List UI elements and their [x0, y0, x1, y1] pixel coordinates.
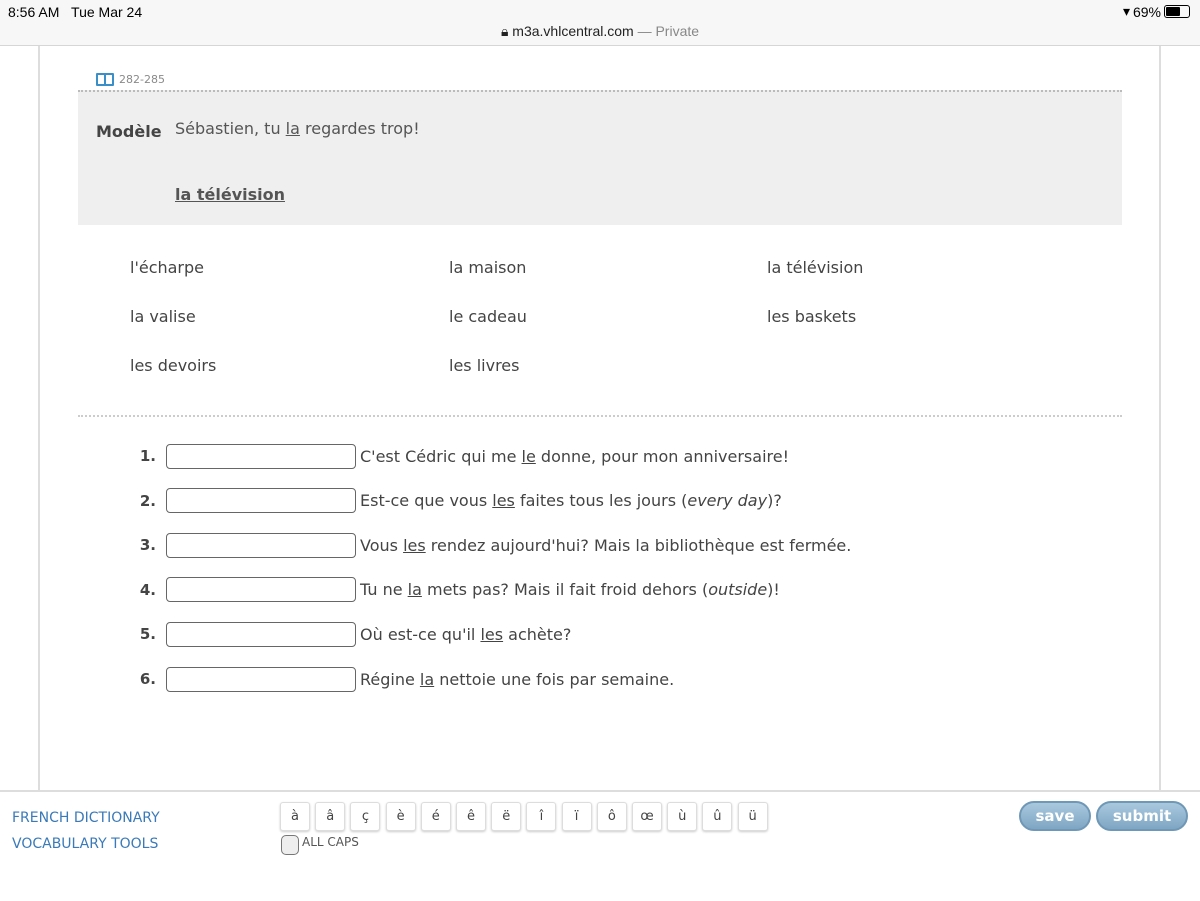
battery-icon — [1164, 5, 1190, 18]
accent-key[interactable]: ô — [596, 802, 627, 831]
item-sentence: Régine la nettoie une fois par semaine. — [360, 670, 674, 689]
answer-input[interactable] — [166, 621, 356, 647]
footer-divider — [0, 790, 1200, 792]
model-answer: la télévision — [175, 185, 285, 204]
wifi-icon: ▾ — [1122, 3, 1130, 19]
underlined-pronoun: la — [419, 669, 435, 689]
exercise-item: 5. Où est-ce qu'il les achète? — [130, 621, 571, 647]
item-number: 6. — [139, 670, 156, 688]
underlined-pronoun: la — [285, 119, 300, 138]
item-sentence: C'est Cédric qui me le donne, pour mon a… — [360, 447, 789, 466]
sentence-text: )! — [767, 580, 780, 600]
sentence-text: Tu ne — [360, 580, 408, 600]
underlined-pronoun: les — [480, 624, 504, 644]
sentence-text: donne, pour mon anniversaire! — [535, 446, 789, 466]
save-button[interactable]: save — [1019, 801, 1091, 831]
vocabulary-tools-link[interactable]: VOCABULARY TOOLS — [12, 836, 158, 852]
status-bar: 8:56 AM Tue Mar 24 ▾ 69% 🔒︎ m3a.vhlcentr… — [0, 0, 1200, 46]
accent-key[interactable]: î — [526, 802, 557, 831]
item-sentence: Tu ne la mets pas? Mais il fait froid de… — [360, 580, 780, 599]
content-border-right — [1159, 46, 1161, 790]
sentence-text: )? — [767, 491, 782, 511]
exercise-item: 3. Vous les rendez aujourd'hui? Mais la b… — [130, 532, 851, 558]
item-sentence: Vous les rendez aujourd'hui? Mais la bib… — [360, 536, 851, 555]
accent-key[interactable]: ù — [667, 802, 698, 831]
word-bank-item: la valise — [130, 307, 196, 326]
accent-key[interactable]: â — [315, 802, 346, 831]
underlined-pronoun: le — [521, 446, 536, 466]
sentence-text: regardes trop! — [299, 119, 420, 138]
item-sentence: Est-ce que vous les faites tous les jour… — [360, 491, 782, 510]
exercise-item: 2. Est-ce que vous les faites tous les jo… — [130, 488, 782, 514]
sentence-text: rendez aujourd'hui? Mais la bibliothèque… — [425, 535, 852, 555]
sentence-text: mets pas? Mais il fait froid dehors ( — [421, 580, 709, 600]
item-number: 5. — [139, 625, 156, 644]
word-bank-item: le cadeau — [449, 307, 527, 326]
accent-key[interactable]: ê — [456, 802, 486, 831]
word-bank-item: l'écharpe — [130, 258, 205, 277]
all-caps-toggle[interactable]: ALL CAPS — [281, 835, 359, 855]
model-box: Modèle Sébastien, tu la regardes trop! l… — [78, 90, 1122, 225]
all-caps-label: ALL CAPS — [302, 835, 359, 849]
exercise-item: 1. C'est Cédric qui me le donne, pour mon… — [130, 443, 789, 469]
content-border-left — [38, 46, 40, 790]
sentence-text: every day — [687, 491, 768, 511]
sentence-text: Sébastien, tu — [175, 119, 286, 138]
accent-key[interactable]: ü — [737, 802, 768, 831]
answer-input[interactable] — [166, 532, 356, 558]
status-icons: ▾ 69% — [1123, 3, 1190, 20]
accent-key[interactable]: û — [702, 802, 733, 831]
sentence-text: nettoie une fois par semaine. — [434, 669, 675, 689]
item-number: 1. — [139, 447, 156, 465]
accent-key[interactable]: à — [280, 802, 310, 831]
word-bank-item: la maison — [449, 258, 527, 277]
underlined-pronoun: la — [407, 580, 422, 600]
sentence-text: Où est-ce qu'il — [360, 624, 481, 644]
submit-button[interactable]: submit — [1096, 801, 1188, 831]
word-bank-item: les devoirs — [130, 356, 217, 375]
sentence-text: Est-ce que vous — [360, 491, 493, 511]
textbook-pages[interactable]: 282-285 — [96, 73, 165, 86]
sentence-text: achète? — [503, 624, 572, 644]
accent-key[interactable]: è — [385, 802, 416, 831]
word-bank-item: les baskets — [767, 307, 857, 326]
word-bank-item: les livres — [449, 356, 520, 375]
sentence-text: faites tous les jours ( — [514, 491, 688, 511]
word-bank-item: la télévision — [767, 258, 864, 277]
french-dictionary-link[interactable]: FRENCH DICTIONARY — [12, 810, 160, 826]
exercise-item: 6. Régine la nettoie une fois par semaine… — [130, 666, 674, 692]
battery-percent: 69% — [1132, 3, 1161, 20]
sentence-text: Régine — [360, 669, 420, 689]
model-label: Modèle — [96, 122, 162, 141]
item-number: 3. — [139, 536, 156, 555]
answer-input[interactable] — [166, 577, 356, 603]
book-icon — [96, 73, 114, 86]
item-number: 2. — [139, 491, 156, 510]
accent-key[interactable]: ç — [350, 802, 381, 831]
answer-input[interactable] — [166, 488, 356, 514]
divider — [78, 415, 1122, 417]
exercise-item: 4. Tu ne la mets pas? Mais il fait froid … — [130, 577, 780, 603]
accent-key[interactable]: œ — [632, 802, 662, 831]
answer-input[interactable] — [166, 666, 356, 692]
address-bar[interactable]: 🔒︎ m3a.vhlcentral.com — Private — [0, 23, 1200, 40]
accent-key[interactable]: ë — [491, 802, 522, 831]
underlined-pronoun: les — [492, 491, 515, 511]
accent-key[interactable]: é — [420, 802, 451, 831]
model-sentence: Sébastien, tu la regardes trop! — [175, 119, 420, 138]
answer-input[interactable] — [166, 443, 356, 469]
all-caps-checkbox[interactable] — [281, 835, 299, 855]
sentence-text: C'est Cédric qui me — [360, 446, 522, 466]
sentence-text: Vous — [360, 535, 404, 555]
clock: 8:56 AM Tue Mar 24 — [8, 4, 143, 20]
lock-icon: 🔒︎ — [500, 23, 509, 39]
item-sentence: Où est-ce qu'il les achète? — [360, 625, 571, 644]
item-number: 4. — [139, 580, 156, 599]
underlined-pronoun: les — [403, 535, 426, 555]
sentence-text: outside — [708, 580, 768, 600]
accent-key[interactable]: ï — [561, 802, 592, 831]
